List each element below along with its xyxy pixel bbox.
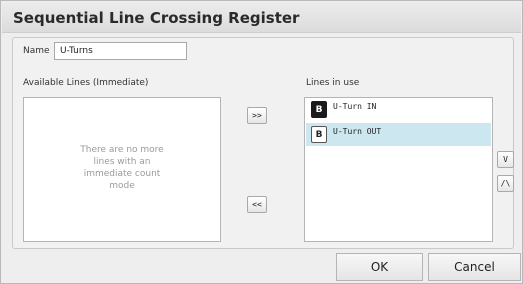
sequential-line-crossing-dialog: Sequential Line Crossing Register Name A… xyxy=(0,0,523,284)
empty-list-message: There are no more lines with an immediat… xyxy=(80,145,164,191)
ok-button[interactable]: OK xyxy=(336,253,423,281)
available-lines-list[interactable]: There are no more lines with an immediat… xyxy=(23,97,221,242)
content-panel: Name Available Lines (Immediate) Lines i… xyxy=(12,37,514,249)
dialog-title: Sequential Line Crossing Register xyxy=(13,9,300,27)
remove-line-button[interactable]: << xyxy=(247,196,267,213)
lines-in-use-list[interactable]: B U-Turn IN B U-Turn OUT xyxy=(304,97,493,242)
cancel-button[interactable]: Cancel xyxy=(428,253,521,281)
line-type-badge: B xyxy=(311,101,327,118)
list-item-u-turn-in[interactable]: B U-Turn IN xyxy=(306,98,491,121)
add-line-button[interactable]: >> xyxy=(247,107,267,124)
title-bar: Sequential Line Crossing Register xyxy=(2,2,521,33)
available-lines-header: Available Lines (Immediate) xyxy=(23,78,149,88)
name-label: Name xyxy=(23,46,50,56)
move-down-button[interactable]: V xyxy=(497,151,514,168)
name-input[interactable] xyxy=(54,42,187,60)
line-name: U-Turn OUT xyxy=(333,127,382,136)
line-name: U-Turn IN xyxy=(333,102,377,111)
line-type-badge: B xyxy=(311,126,327,143)
list-item-u-turn-out[interactable]: B U-Turn OUT xyxy=(306,123,491,146)
lines-in-use-header: Lines in use xyxy=(306,78,360,88)
move-up-button[interactable]: /\ xyxy=(497,175,514,192)
